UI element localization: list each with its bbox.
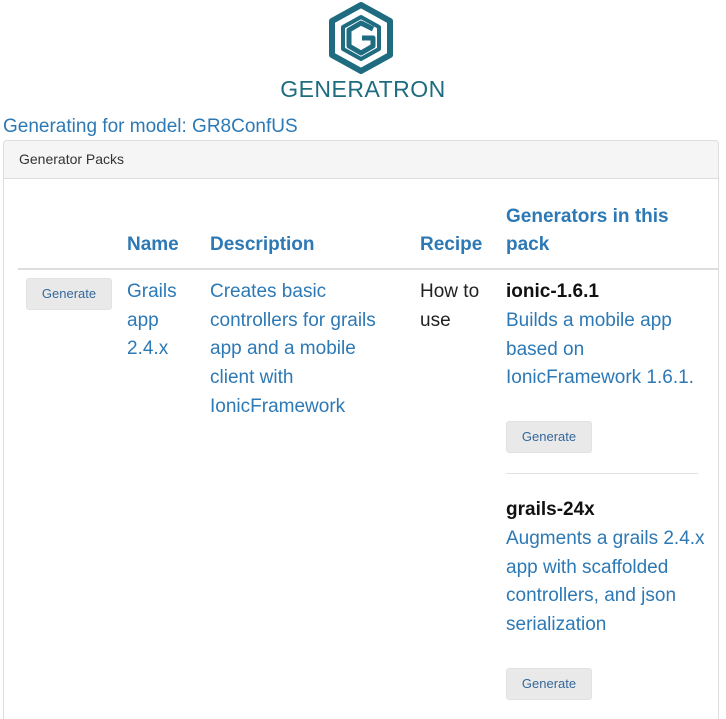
column-header-description: Description [210,234,315,255]
panel-title: Generator Packs [4,141,718,179]
header-divider [18,268,718,270]
generate-ionic-button[interactable]: Generate [506,421,592,453]
generator-name: ionic-1.6.1 [506,281,599,302]
generate-pack-button[interactable]: Generate [26,278,112,310]
pack-description-link[interactable]: Creates basic controllers for grails app… [210,278,398,422]
page: GENERATRON Generating for model: GR8Conf… [0,0,726,719]
column-header-name: Name [127,234,179,255]
hexagon-g-logo-icon [329,2,393,74]
generator-packs-panel: Generator Packs Name Description Recipe … [3,140,719,719]
generator-description-link[interactable]: Builds a mobile app based on IonicFramew… [506,307,706,393]
model-link[interactable]: Generating for model: GR8ConfUS [3,116,298,138]
generator-divider [506,473,698,474]
brand-logo: GENERATRON [0,0,726,106]
pack-name-link[interactable]: Grails app 2.4.x [127,278,199,364]
column-header-recipe: Recipe [420,234,483,255]
column-header-generators: Generators in this pack [506,206,669,255]
generator-name: grails-24x [506,499,595,520]
recipe-text: How to use [420,281,480,331]
generate-grails-button[interactable]: Generate [506,668,592,700]
brand-name: GENERATRON [280,76,446,102]
generator-description-link[interactable]: Augments a grails 2.4.x app with scaffol… [506,525,706,640]
